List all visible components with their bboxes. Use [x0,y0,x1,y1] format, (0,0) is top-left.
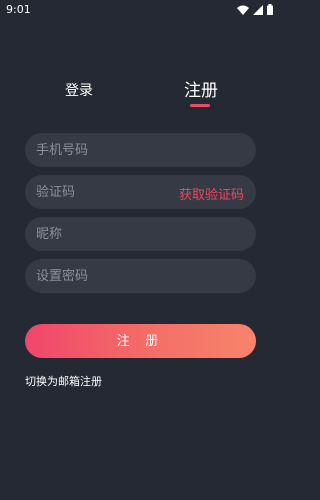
status-bar: 9:01 [0,0,281,22]
status-time: 9:01 [6,3,31,16]
active-tab-indicator [190,104,210,107]
register-button[interactable]: 注 册 [25,324,256,358]
battery-icon [267,4,273,15]
password-field [25,259,256,293]
switch-to-email-link[interactable]: 切换为邮箱注册 [25,373,102,389]
verification-code-field: 获取验证码 [25,175,256,209]
phone-input[interactable] [36,133,176,167]
tab-login[interactable]: 登录 [65,80,93,100]
get-code-button[interactable]: 获取验证码 [179,184,244,203]
phone-field [25,133,256,167]
verification-code-input[interactable] [36,175,176,209]
register-screen: 9:01 登录 注册 手机号码 验证码 获取验证码 昵称 注 册 切换为邮箱注册 [0,0,281,500]
nickname-field [25,217,256,251]
tab-register[interactable]: 注册 [184,76,218,101]
cellular-signal-icon [253,4,263,15]
auth-tabs: 登录 注册 [0,76,281,116]
status-icons [237,4,273,15]
nickname-input[interactable] [36,217,176,251]
password-input[interactable] [36,259,176,293]
wifi-icon [237,5,249,15]
